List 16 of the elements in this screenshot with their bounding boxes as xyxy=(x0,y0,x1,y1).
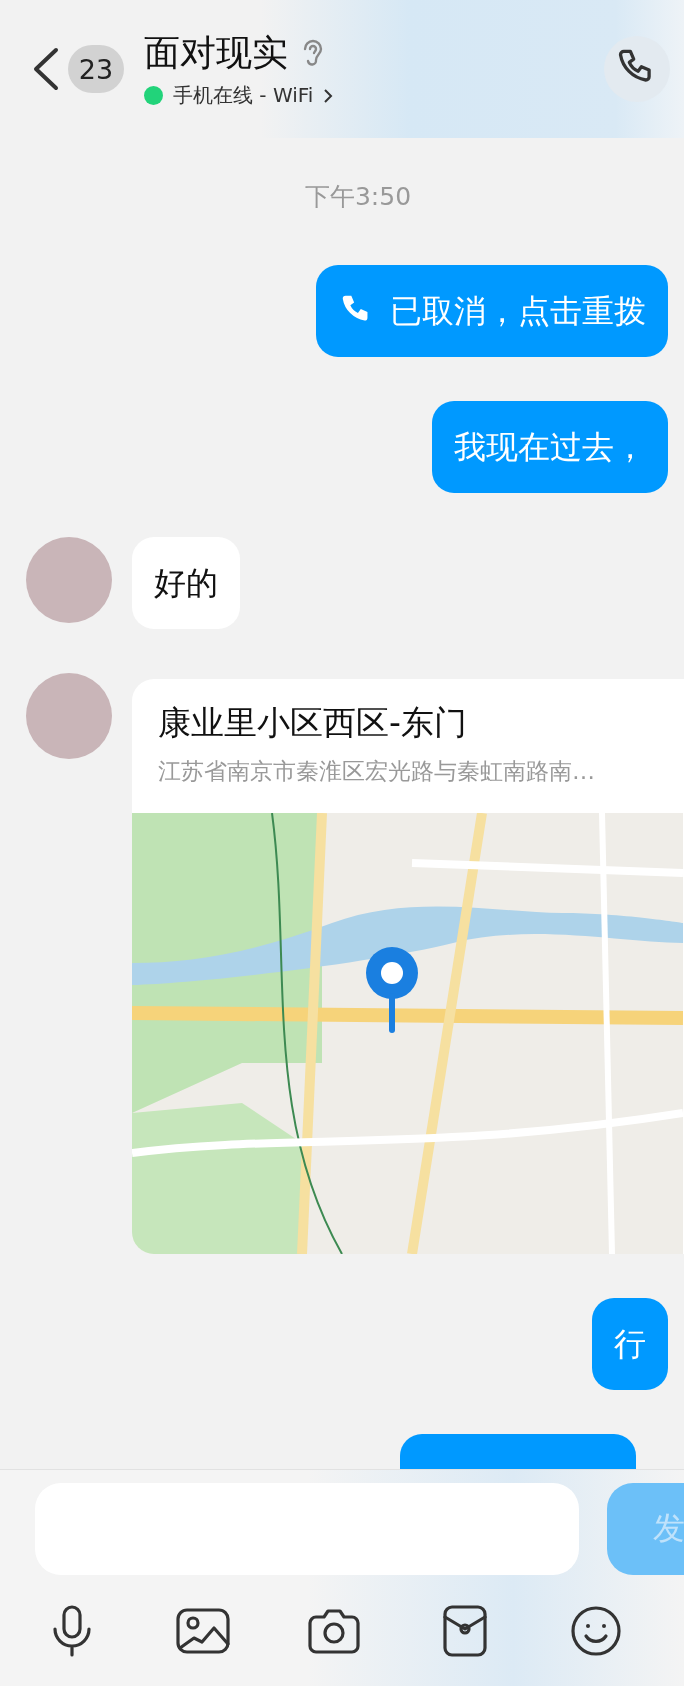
timestamp: 下午3:50 xyxy=(304,181,412,213)
ear-icon xyxy=(302,38,324,69)
online-status-text[interactable]: 手机在线 - WiFi xyxy=(173,82,314,109)
message-bubble: 好的 xyxy=(132,537,240,629)
message-bubble: 行 xyxy=(592,1298,668,1390)
call-message-text: 已取消，点击重拨 xyxy=(390,291,646,331)
message-bubble: 我现在过去， xyxy=(432,401,668,493)
location-address: 江苏省南京市秦淮区宏光路与秦虹南路南… xyxy=(158,757,596,786)
location-title: 康业里小区西区-东门 xyxy=(158,702,468,744)
unread-count-badge: 23 xyxy=(68,45,124,93)
smiley-icon[interactable] xyxy=(568,1603,624,1659)
chat-title: 面对现实 xyxy=(144,31,288,75)
location-card[interactable]: 康业里小区西区-东门 江苏省南京市秦淮区宏光路与秦虹南路南… xyxy=(132,679,684,1254)
chevron-right-icon[interactable] xyxy=(323,87,334,104)
message-input-field[interactable] xyxy=(35,1483,579,1575)
online-status-dot xyxy=(144,86,163,105)
